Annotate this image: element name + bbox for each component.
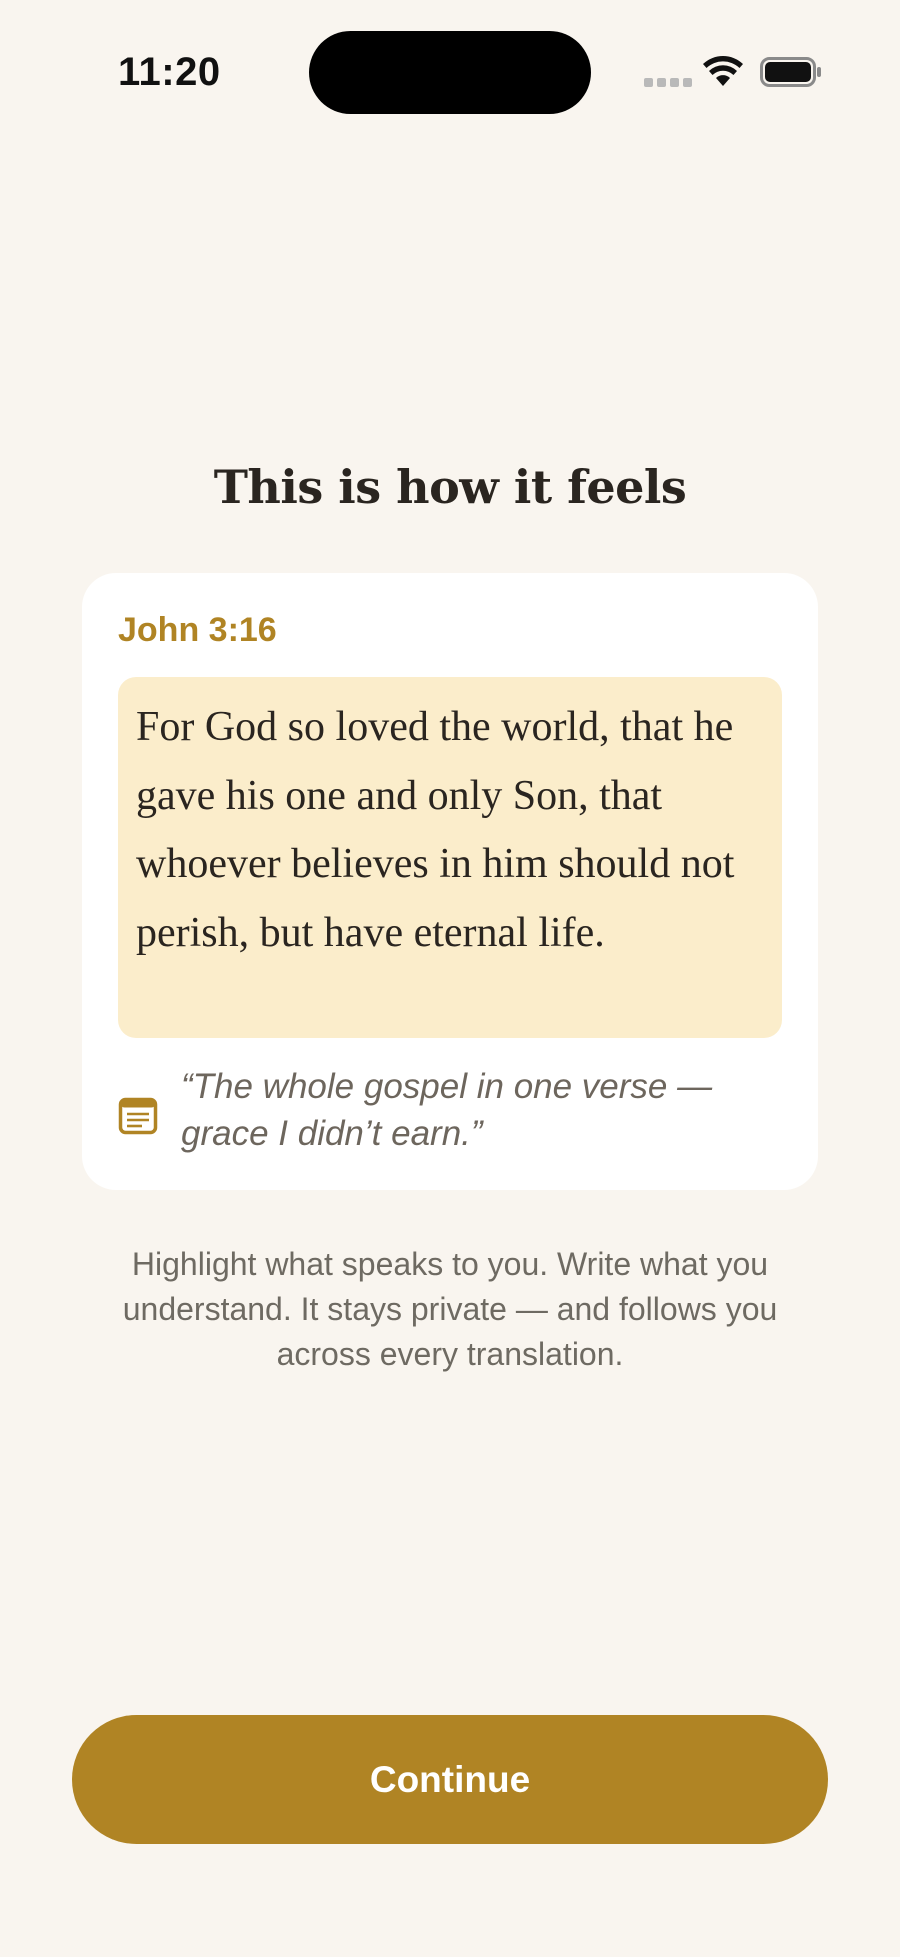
note-text: “The whole gospel in one verse — grace I… [181,1067,713,1153]
page-title: This is how it feels [213,460,687,514]
onboarding-screen: 11:20 This is how it feels John 3:16 For… [0,0,900,1957]
note-icon [118,1097,158,1135]
description-text: Highlight what speaks to you. Write what… [122,1246,778,1372]
cellular-signal-icon [644,78,692,87]
verse-note: “The whole gospel in one verse — grace I… [118,1063,782,1163]
dynamic-island [309,31,591,114]
wifi-icon [703,56,743,86]
verse-card: John 3:16 For God so loved the world, th… [82,573,818,1190]
verse-reference: John 3:16 [118,611,277,649]
status-time: 11:20 [118,50,221,94]
battery-icon [760,57,821,87]
continue-button-label: Continue [369,1758,531,1800]
verse-text: For God so loved the world, that he gave… [136,704,735,956]
verse-highlight[interactable]: For God so loved the world, that he gave… [118,677,782,1038]
continue-button[interactable]: Continue [72,1715,828,1844]
